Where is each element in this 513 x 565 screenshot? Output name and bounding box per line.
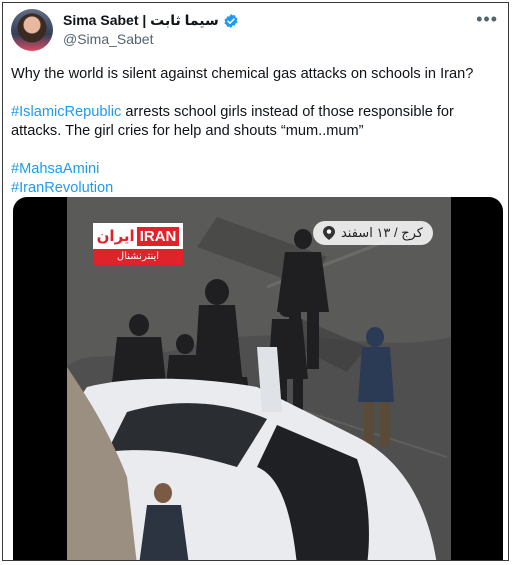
author-row: Sima Sabet | سیما ثابت: [63, 12, 239, 29]
video-player[interactable]: ایران IRAN اینترنشنال کرج / ۱۳ اسفند: [13, 197, 503, 560]
avatar[interactable]: [11, 9, 53, 51]
verified-badge-icon: [224, 13, 238, 28]
location-text: کرج / ۱۳ اسفند: [340, 225, 423, 240]
logo-persian: ایران: [96, 228, 135, 245]
channel-logo-top: ایران IRAN: [93, 223, 183, 249]
more-options-icon[interactable]: •••: [476, 9, 498, 30]
logo-latin: IRAN: [136, 226, 180, 246]
tweet-hashtags: #MahsaAmini #IranRevolution: [11, 160, 503, 198]
tweet-text: Why the world is silent against chemical…: [11, 65, 503, 217]
author-name[interactable]: Sima Sabet | سیما ثابت: [63, 12, 219, 29]
location-tag: کرج / ۱۳ اسفند: [312, 221, 433, 245]
tweet-line-2: #IslamicRepublic arrests school girls in…: [11, 103, 503, 141]
tweet-line-1: Why the world is silent against chemical…: [11, 66, 474, 82]
channel-logo: ایران IRAN اینترنشنال: [93, 223, 183, 267]
author-handle[interactable]: @Sima_Sabet: [63, 31, 153, 47]
hashtag-islamic-republic[interactable]: #IslamicRepublic: [11, 104, 121, 120]
hashtag-mahsa-amini[interactable]: #MahsaAmini: [11, 161, 99, 177]
hashtag-iran-revolution[interactable]: #IranRevolution: [11, 180, 113, 196]
location-pin-icon: [322, 226, 335, 240]
logo-subtitle: اینترنشنال: [93, 249, 183, 265]
tweet-card: Sima Sabet | سیما ثابت @Sima_Sabet ••• W…: [2, 2, 509, 561]
